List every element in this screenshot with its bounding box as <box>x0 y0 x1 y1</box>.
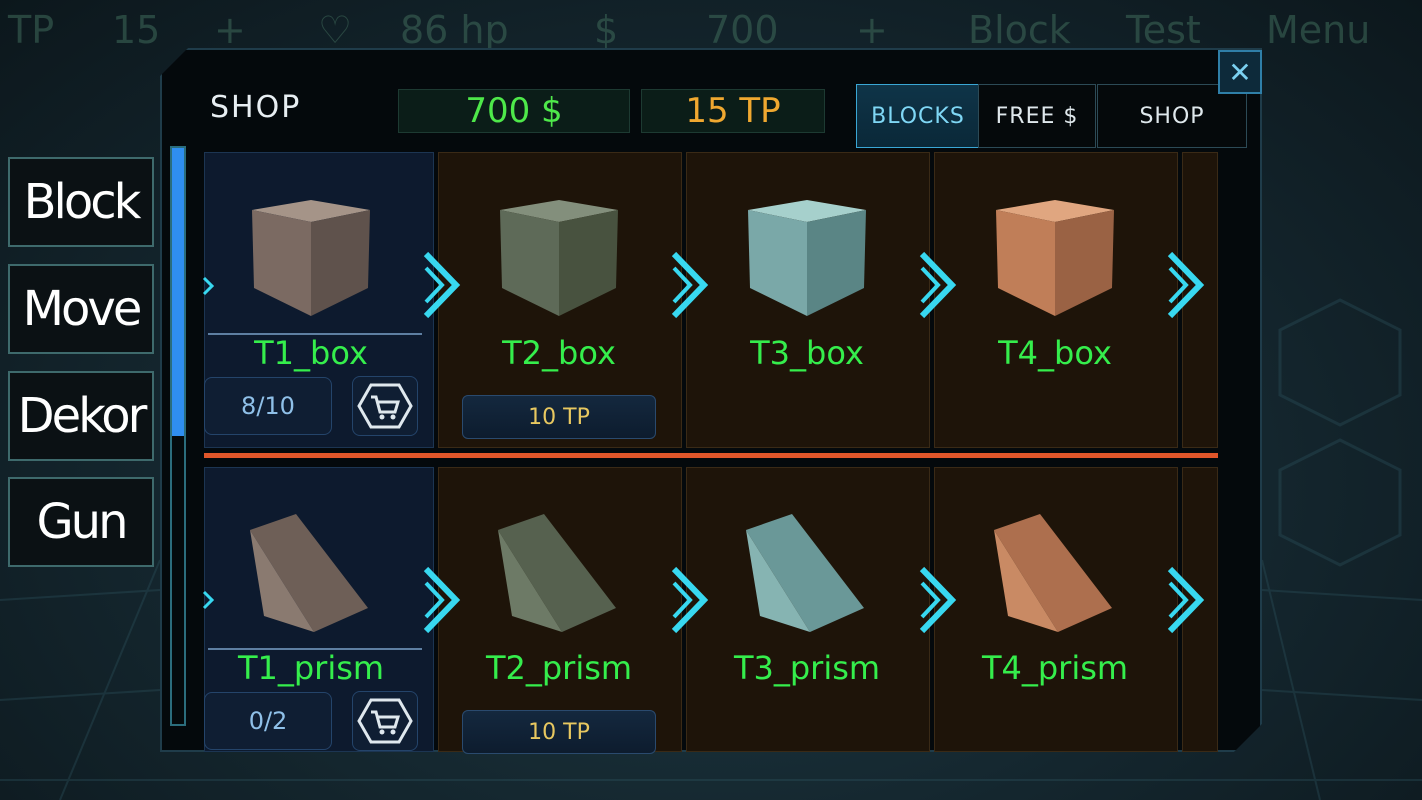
item-name-t1-prism: T1_prism <box>237 649 385 687</box>
price-button-t2-box[interactable]: 10 TP <box>462 395 656 439</box>
close-icon[interactable]: ✕ <box>1218 50 1262 94</box>
category-move-button[interactable]: Move <box>8 264 154 354</box>
hud-tp-label: TP <box>8 8 55 52</box>
chevron-right-icon <box>202 276 214 296</box>
hud-tp-value: 15 <box>112 8 161 52</box>
shop-title: SHOP <box>210 90 302 125</box>
prism-icon-t1 <box>250 514 368 632</box>
category-dekor-button[interactable]: Dekor <box>8 371 154 461</box>
tab-free-money[interactable]: FREE $ <box>978 84 1096 148</box>
hud-money-plus: + <box>856 8 888 52</box>
item-name-t3-prism: T3_prism <box>733 649 881 687</box>
double-chevron-right-icon <box>919 251 957 319</box>
item-count-t1-prism: 0/2 <box>204 692 332 750</box>
money-display: 700 $ <box>398 89 630 133</box>
prism-icon-t4 <box>994 514 1112 632</box>
hud-hp: 86 hp <box>400 8 509 52</box>
item-name-t4-box: T4_box <box>998 334 1112 372</box>
price-button-t2-prism[interactable]: 10 TP <box>462 710 656 754</box>
cube-icon-t1 <box>252 200 370 316</box>
item-name-t1-box: T1_box <box>254 334 368 372</box>
double-chevron-right-icon <box>919 566 957 634</box>
row-divider <box>204 453 1218 458</box>
hud-menu: Menu <box>1266 8 1371 52</box>
hud-money-sign: $ <box>594 8 619 52</box>
cube-icon-t2 <box>500 200 618 316</box>
scrollbar-thumb[interactable] <box>172 148 184 436</box>
buy-button-t1-box[interactable] <box>352 376 418 436</box>
heart-icon: ♡ <box>318 8 353 52</box>
item-name-t4-prism: T4_prism <box>981 649 1129 687</box>
double-chevron-right-icon <box>423 251 461 319</box>
buy-button-t1-prism[interactable] <box>352 691 418 751</box>
tp-display: 15 TP <box>641 89 825 133</box>
hud-money-value: 700 <box>706 8 779 52</box>
shopping-cart-icon <box>357 698 413 744</box>
prism-icon-t3 <box>746 514 864 632</box>
item-count-t1-box: 8/10 <box>204 377 332 435</box>
hud-tp-plus: + <box>214 8 246 52</box>
cube-icon-t4 <box>996 200 1114 316</box>
category-block-button[interactable]: Block <box>8 157 154 247</box>
hud-block: Block <box>968 8 1071 52</box>
category-gun-button[interactable]: Gun <box>8 477 154 567</box>
tab-blocks[interactable]: BLOCKS <box>856 84 980 148</box>
item-name-t3-box: T3_box <box>750 334 864 372</box>
double-chevron-right-icon <box>423 566 461 634</box>
cube-icon-t3 <box>748 200 866 316</box>
double-chevron-right-icon <box>1167 566 1205 634</box>
chevron-right-icon <box>202 590 214 610</box>
prism-icon-t2 <box>498 514 616 632</box>
shopping-cart-icon <box>357 383 413 429</box>
hud-test: Test <box>1126 8 1201 52</box>
item-name-t2-prism: T2_prism <box>485 649 633 687</box>
double-chevron-right-icon <box>671 251 709 319</box>
item-name-t2-box: T2_box <box>502 334 616 372</box>
double-chevron-right-icon <box>1167 251 1205 319</box>
double-chevron-right-icon <box>671 566 709 634</box>
